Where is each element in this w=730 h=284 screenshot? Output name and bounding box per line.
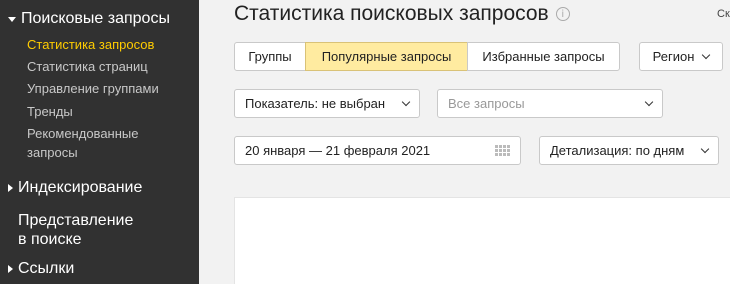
- triangle-down-icon: [8, 16, 16, 22]
- queries-select-placeholder: Все запросы: [448, 96, 525, 111]
- nav-section-label: Ссылки: [18, 260, 75, 277]
- chevron-down-icon: [644, 97, 654, 106]
- main-content: Статистика поисковых запросов i Ск Групп…: [199, 0, 730, 284]
- chevron-down-icon: [401, 97, 411, 106]
- nav-section-label: Поисковые запросы: [21, 10, 170, 27]
- nav-item-recommended[interactable]: Рекомендованные: [27, 124, 138, 143]
- nav-item-representation-2[interactable]: в поиске: [18, 229, 82, 250]
- calendar-icon[interactable]: [495, 145, 510, 156]
- queries-select[interactable]: Все запросы: [437, 89, 663, 118]
- region-label: Регион: [652, 49, 695, 64]
- nav-item-trends[interactable]: Тренды: [27, 102, 73, 121]
- chevron-down-icon: [702, 50, 711, 59]
- page-title-text: Статистика поисковых запросов: [234, 2, 549, 25]
- tab-favorite-queries[interactable]: Избранные запросы: [467, 42, 620, 71]
- chevron-down-icon: [700, 144, 710, 153]
- nav-section-indexing[interactable]: Индексирование: [8, 179, 142, 197]
- tab-popular-queries[interactable]: Популярные запросы: [305, 42, 468, 71]
- sidebar: Поисковые запросы Статистика запросов Ст…: [0, 0, 199, 284]
- triangle-right-icon: [8, 184, 13, 192]
- nav-section-search-queries[interactable]: Поисковые запросы: [8, 10, 170, 28]
- indicator-select-value: Показатель: не выбран: [245, 96, 386, 111]
- nav-item-page-stats[interactable]: Статистика страниц: [27, 57, 148, 76]
- nav-item-query-stats[interactable]: Статистика запросов: [27, 35, 154, 54]
- region-button[interactable]: Регион: [639, 42, 723, 71]
- nav-item-recommended-2[interactable]: запросы: [27, 143, 78, 162]
- page-title: Статистика поисковых запросов i: [234, 2, 570, 26]
- chart-panel: [234, 197, 730, 284]
- detail-select-value: Детализация: по дням: [550, 143, 685, 158]
- nav-item-group-management[interactable]: Управление группами: [27, 79, 159, 98]
- tab-groups[interactable]: Группы: [234, 42, 306, 71]
- indicator-select[interactable]: Показатель: не выбран: [234, 89, 420, 118]
- date-range-input[interactable]: 20 января — 21 февраля 2021: [234, 136, 521, 165]
- nav-item-representation[interactable]: Представление: [18, 210, 133, 231]
- nav-section-label: Индексирование: [18, 179, 143, 196]
- corner-link[interactable]: Ск: [717, 8, 730, 20]
- detail-select[interactable]: Детализация: по дням: [539, 136, 719, 165]
- triangle-right-icon: [8, 265, 13, 273]
- info-icon[interactable]: i: [555, 7, 570, 21]
- date-range-value: 20 января — 21 февраля 2021: [245, 143, 431, 158]
- nav-section-links[interactable]: Ссылки: [8, 260, 74, 278]
